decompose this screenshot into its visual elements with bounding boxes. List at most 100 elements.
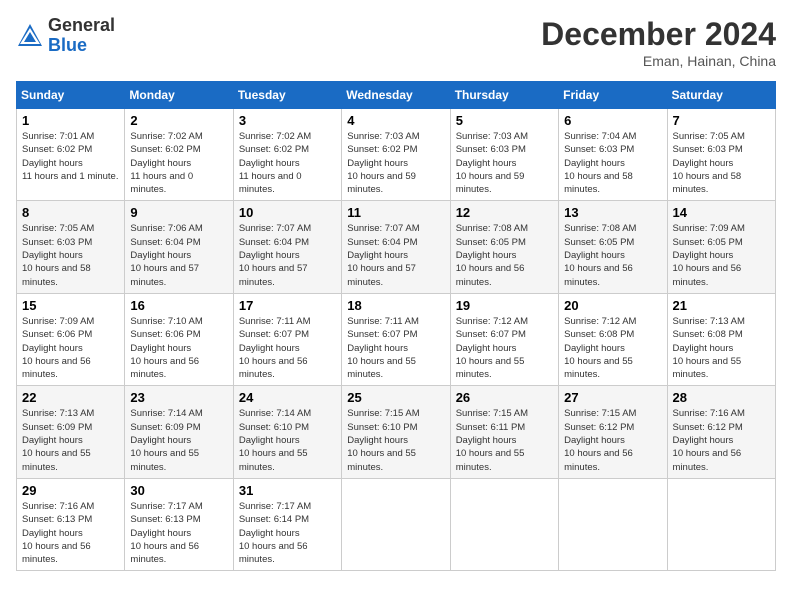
day-number: 16: [130, 298, 227, 313]
day-number: 27: [564, 390, 661, 405]
title-block: December 2024 Eman, Hainan, China: [541, 16, 776, 69]
location: Eman, Hainan, China: [541, 53, 776, 69]
day-number: 31: [239, 483, 336, 498]
day-info: Sunrise: 7:16 AM Sunset: 6:12 PM Dayligh…: [673, 407, 770, 473]
header-friday: Friday: [559, 82, 667, 109]
day-info: Sunrise: 7:16 AM Sunset: 6:13 PM Dayligh…: [22, 500, 119, 566]
header-saturday: Saturday: [667, 82, 775, 109]
logo: General Blue: [16, 16, 115, 56]
calendar-cell: [667, 478, 775, 570]
day-info: Sunrise: 7:17 AM Sunset: 6:13 PM Dayligh…: [130, 500, 227, 566]
day-number: 25: [347, 390, 444, 405]
calendar-cell: 17 Sunrise: 7:11 AM Sunset: 6:07 PM Dayl…: [233, 293, 341, 385]
day-info: Sunrise: 7:13 AM Sunset: 6:09 PM Dayligh…: [22, 407, 119, 473]
day-number: 8: [22, 205, 119, 220]
day-number: 2: [130, 113, 227, 128]
day-info: Sunrise: 7:07 AM Sunset: 6:04 PM Dayligh…: [239, 222, 336, 288]
calendar-cell: 2 Sunrise: 7:02 AM Sunset: 6:02 PM Dayli…: [125, 109, 233, 201]
day-info: Sunrise: 7:13 AM Sunset: 6:08 PM Dayligh…: [673, 315, 770, 381]
day-info: Sunrise: 7:12 AM Sunset: 6:07 PM Dayligh…: [456, 315, 553, 381]
day-number: 5: [456, 113, 553, 128]
day-info: Sunrise: 7:07 AM Sunset: 6:04 PM Dayligh…: [347, 222, 444, 288]
calendar-cell: 19 Sunrise: 7:12 AM Sunset: 6:07 PM Dayl…: [450, 293, 558, 385]
calendar-cell: 24 Sunrise: 7:14 AM Sunset: 6:10 PM Dayl…: [233, 386, 341, 478]
day-number: 24: [239, 390, 336, 405]
day-info: Sunrise: 7:05 AM Sunset: 6:03 PM Dayligh…: [22, 222, 119, 288]
calendar-cell: 12 Sunrise: 7:08 AM Sunset: 6:05 PM Dayl…: [450, 201, 558, 293]
page-header: General Blue December 2024 Eman, Hainan,…: [16, 16, 776, 69]
day-number: 6: [564, 113, 661, 128]
day-number: 13: [564, 205, 661, 220]
day-info: Sunrise: 7:02 AM Sunset: 6:02 PM Dayligh…: [130, 130, 227, 196]
day-info: Sunrise: 7:17 AM Sunset: 6:14 PM Dayligh…: [239, 500, 336, 566]
day-number: 4: [347, 113, 444, 128]
header-monday: Monday: [125, 82, 233, 109]
calendar-cell: 21 Sunrise: 7:13 AM Sunset: 6:08 PM Dayl…: [667, 293, 775, 385]
day-info: Sunrise: 7:09 AM Sunset: 6:05 PM Dayligh…: [673, 222, 770, 288]
day-number: 7: [673, 113, 770, 128]
calendar-cell: [559, 478, 667, 570]
day-number: 22: [22, 390, 119, 405]
calendar-week-row: 1 Sunrise: 7:01 AM Sunset: 6:02 PM Dayli…: [17, 109, 776, 201]
day-info: Sunrise: 7:06 AM Sunset: 6:04 PM Dayligh…: [130, 222, 227, 288]
calendar-cell: [450, 478, 558, 570]
day-number: 23: [130, 390, 227, 405]
calendar-cell: 14 Sunrise: 7:09 AM Sunset: 6:05 PM Dayl…: [667, 201, 775, 293]
day-info: Sunrise: 7:03 AM Sunset: 6:02 PM Dayligh…: [347, 130, 444, 196]
month-title: December 2024: [541, 16, 776, 53]
day-number: 28: [673, 390, 770, 405]
calendar-cell: 30 Sunrise: 7:17 AM Sunset: 6:13 PM Dayl…: [125, 478, 233, 570]
calendar-week-row: 22 Sunrise: 7:13 AM Sunset: 6:09 PM Dayl…: [17, 386, 776, 478]
day-info: Sunrise: 7:15 AM Sunset: 6:10 PM Dayligh…: [347, 407, 444, 473]
day-number: 26: [456, 390, 553, 405]
day-number: 18: [347, 298, 444, 313]
day-info: Sunrise: 7:03 AM Sunset: 6:03 PM Dayligh…: [456, 130, 553, 196]
logo-icon: [16, 22, 44, 50]
calendar-cell: 27 Sunrise: 7:15 AM Sunset: 6:12 PM Dayl…: [559, 386, 667, 478]
calendar-cell: 28 Sunrise: 7:16 AM Sunset: 6:12 PM Dayl…: [667, 386, 775, 478]
day-info: Sunrise: 7:08 AM Sunset: 6:05 PM Dayligh…: [564, 222, 661, 288]
calendar-cell: 23 Sunrise: 7:14 AM Sunset: 6:09 PM Dayl…: [125, 386, 233, 478]
calendar-cell: 1 Sunrise: 7:01 AM Sunset: 6:02 PM Dayli…: [17, 109, 125, 201]
day-number: 3: [239, 113, 336, 128]
day-number: 30: [130, 483, 227, 498]
day-number: 20: [564, 298, 661, 313]
day-number: 10: [239, 205, 336, 220]
day-number: 17: [239, 298, 336, 313]
day-info: Sunrise: 7:12 AM Sunset: 6:08 PM Dayligh…: [564, 315, 661, 381]
calendar-cell: 25 Sunrise: 7:15 AM Sunset: 6:10 PM Dayl…: [342, 386, 450, 478]
calendar-cell: 7 Sunrise: 7:05 AM Sunset: 6:03 PM Dayli…: [667, 109, 775, 201]
calendar-cell: 16 Sunrise: 7:10 AM Sunset: 6:06 PM Dayl…: [125, 293, 233, 385]
calendar-cell: 18 Sunrise: 7:11 AM Sunset: 6:07 PM Dayl…: [342, 293, 450, 385]
day-info: Sunrise: 7:01 AM Sunset: 6:02 PM Dayligh…: [22, 130, 119, 183]
day-number: 14: [673, 205, 770, 220]
header-thursday: Thursday: [450, 82, 558, 109]
header-wednesday: Wednesday: [342, 82, 450, 109]
day-info: Sunrise: 7:15 AM Sunset: 6:12 PM Dayligh…: [564, 407, 661, 473]
day-number: 12: [456, 205, 553, 220]
calendar-cell: 20 Sunrise: 7:12 AM Sunset: 6:08 PM Dayl…: [559, 293, 667, 385]
calendar-cell: 26 Sunrise: 7:15 AM Sunset: 6:11 PM Dayl…: [450, 386, 558, 478]
header-sunday: Sunday: [17, 82, 125, 109]
day-number: 21: [673, 298, 770, 313]
day-info: Sunrise: 7:15 AM Sunset: 6:11 PM Dayligh…: [456, 407, 553, 473]
day-number: 11: [347, 205, 444, 220]
day-number: 19: [456, 298, 553, 313]
day-number: 29: [22, 483, 119, 498]
day-info: Sunrise: 7:08 AM Sunset: 6:05 PM Dayligh…: [456, 222, 553, 288]
header-tuesday: Tuesday: [233, 82, 341, 109]
day-info: Sunrise: 7:04 AM Sunset: 6:03 PM Dayligh…: [564, 130, 661, 196]
calendar-header-row: Sunday Monday Tuesday Wednesday Thursday…: [17, 82, 776, 109]
logo-general-text: General: [48, 16, 115, 36]
calendar-cell: [342, 478, 450, 570]
calendar-cell: 3 Sunrise: 7:02 AM Sunset: 6:02 PM Dayli…: [233, 109, 341, 201]
day-info: Sunrise: 7:02 AM Sunset: 6:02 PM Dayligh…: [239, 130, 336, 196]
calendar-cell: 31 Sunrise: 7:17 AM Sunset: 6:14 PM Dayl…: [233, 478, 341, 570]
calendar-cell: 29 Sunrise: 7:16 AM Sunset: 6:13 PM Dayl…: [17, 478, 125, 570]
calendar-cell: 6 Sunrise: 7:04 AM Sunset: 6:03 PM Dayli…: [559, 109, 667, 201]
calendar-week-row: 8 Sunrise: 7:05 AM Sunset: 6:03 PM Dayli…: [17, 201, 776, 293]
calendar-cell: 22 Sunrise: 7:13 AM Sunset: 6:09 PM Dayl…: [17, 386, 125, 478]
calendar-cell: 9 Sunrise: 7:06 AM Sunset: 6:04 PM Dayli…: [125, 201, 233, 293]
day-number: 1: [22, 113, 119, 128]
calendar-cell: 15 Sunrise: 7:09 AM Sunset: 6:06 PM Dayl…: [17, 293, 125, 385]
